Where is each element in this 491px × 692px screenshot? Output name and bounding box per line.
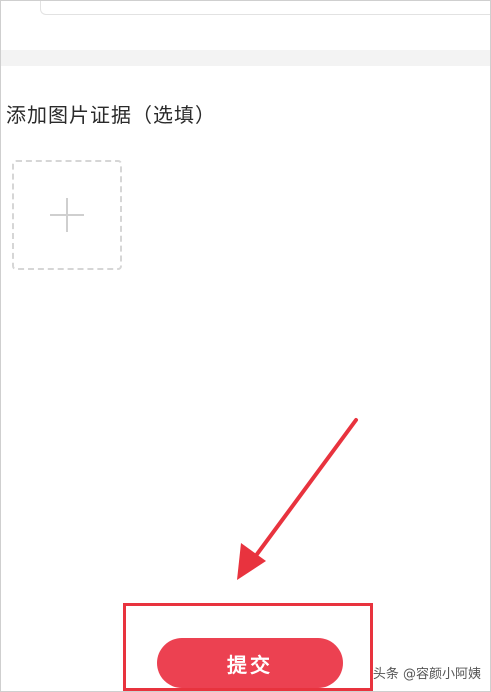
previous-input-field[interactable] bbox=[40, 0, 491, 15]
submit-button[interactable]: 提交 bbox=[157, 638, 343, 688]
watermark: 头条 @容颜小阿姨 bbox=[372, 667, 481, 682]
add-image-button[interactable] bbox=[12, 160, 122, 270]
plus-icon bbox=[50, 198, 84, 232]
section-divider bbox=[1, 50, 490, 66]
image-evidence-title: 添加图片证据（选填） bbox=[6, 103, 216, 127]
